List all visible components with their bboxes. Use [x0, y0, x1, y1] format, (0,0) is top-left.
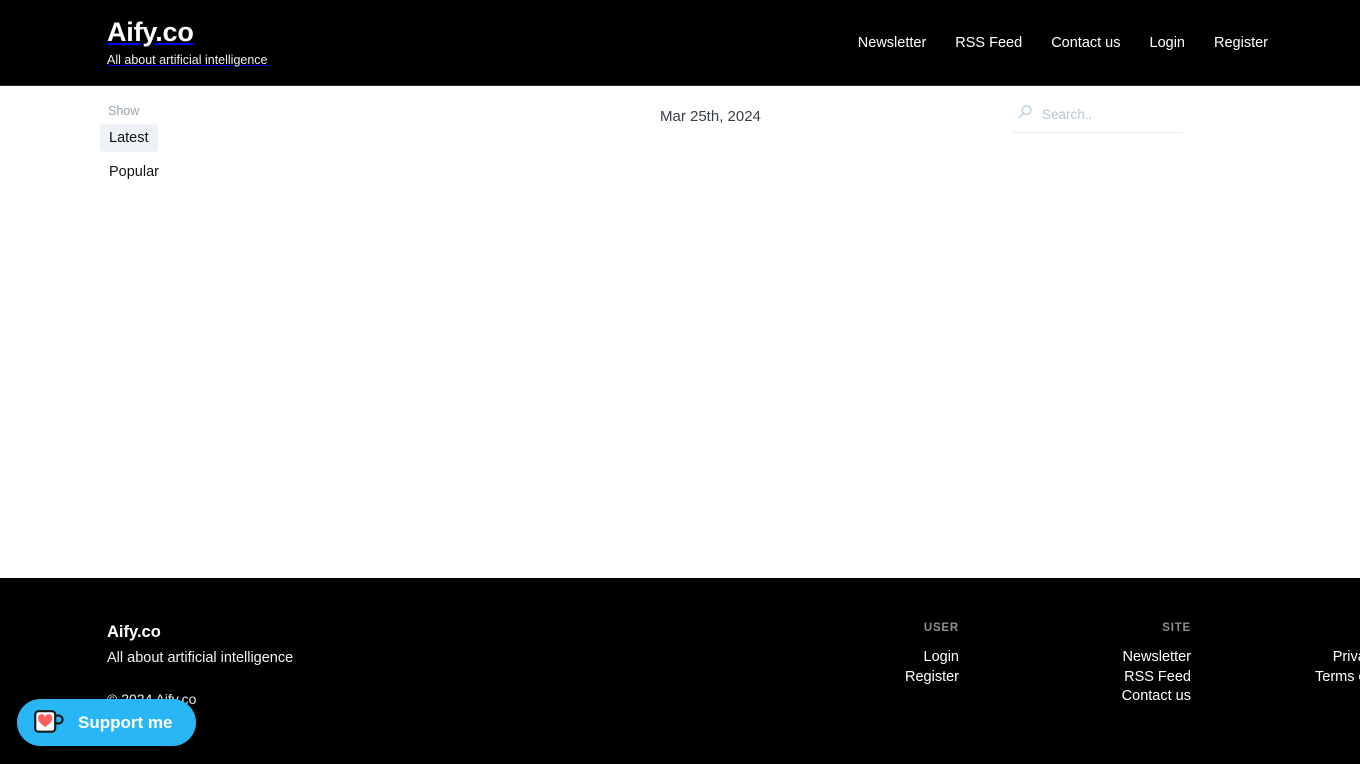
nav-link-register[interactable]: Register [1214, 35, 1268, 51]
main-nav: Newsletter RSS Feed Contact us Login Reg… [858, 35, 1268, 51]
brand-name: Aify.co [107, 16, 194, 47]
search-column [988, 86, 1268, 192]
footer-link-list-site: Newsletter RSS Feed Contact us [959, 648, 1191, 707]
nav-link-contact-us[interactable]: Contact us [1051, 35, 1120, 51]
site-header: Aify.co All about artificial intelligenc… [0, 0, 1360, 86]
list-item: Newsletter [959, 648, 1192, 668]
list-item: Privacy Policy [1191, 648, 1360, 668]
site-footer: Aify.co All about artificial intelligenc… [0, 578, 1360, 764]
filter-list: Latest Popular [100, 124, 380, 186]
footer-column-user: USER Login Register [727, 622, 959, 707]
feed-date-heading: Mar 25th, 2024 [660, 108, 761, 125]
footer-link-list-user: Login Register [727, 648, 959, 687]
list-item: Terms of Service [1191, 668, 1360, 688]
list-item: Contact us [959, 687, 1191, 707]
brand-logo-link[interactable]: Aify.co All about artificial intelligenc… [107, 17, 268, 68]
support-me-button[interactable]: Support me [17, 699, 197, 746]
brand-tagline: All about artificial intelligence [107, 53, 268, 68]
footer-link-contact-us[interactable]: Contact us [959, 687, 1191, 707]
footer-link-register[interactable]: Register [727, 668, 959, 688]
sidebar: Show Latest Popular [100, 86, 380, 192]
content-grid: Show Latest Popular Mar 25th, 2024 [0, 86, 1360, 192]
filter-item-popular[interactable]: Popular [100, 158, 168, 186]
nav-link-rss-feed[interactable]: RSS Feed [955, 35, 1022, 51]
list-item: DMCA [1191, 687, 1360, 707]
page-body: Show Latest Popular Mar 25th, 2024 [0, 86, 1360, 578]
sidebar-heading: Show [108, 104, 140, 118]
footer-link-dmca[interactable]: DMCA [1191, 687, 1360, 707]
article-feed: Mar 25th, 2024 [380, 86, 988, 192]
footer-link-rss-feed[interactable]: RSS Feed [959, 668, 1191, 688]
search-icon [1017, 104, 1033, 125]
coffee-cup-heart-icon [34, 709, 65, 737]
footer-brand-name: Aify.co [107, 623, 161, 641]
search-input[interactable] [1042, 107, 1179, 122]
filter-item-latest[interactable]: Latest [100, 124, 158, 152]
list-item: RSS Feed [959, 668, 1191, 688]
footer-copyright: © 2024 Aify.co [107, 691, 727, 707]
footer-link-privacy-policy[interactable]: Privacy Policy [1191, 648, 1360, 668]
footer-column-title-user: USER [923, 622, 959, 634]
list-item: Latest [100, 124, 380, 152]
list-item: Register [727, 668, 959, 688]
footer-column-title-site: SITE [1162, 622, 1191, 634]
footer-column-site: SITE Newsletter RSS Feed Contact us [959, 622, 1191, 707]
list-item: Login [727, 648, 959, 668]
footer-brand-tagline: All about artificial intelligence [107, 650, 294, 667]
footer-link-columns: USER Login Register SITE Newsletter RSS … [727, 622, 1360, 707]
nav-link-login[interactable]: Login [1150, 35, 1185, 51]
footer-brand: Aify.co All about artificial intelligenc… [107, 622, 727, 707]
footer-column-legal: LEGAL Privacy Policy Terms of Service DM… [1191, 622, 1360, 707]
footer-link-newsletter[interactable]: Newsletter [959, 648, 1192, 668]
footer-link-login[interactable]: Login [727, 648, 959, 668]
list-item: Popular [100, 158, 380, 186]
nav-link-newsletter[interactable]: Newsletter [858, 35, 927, 51]
footer-link-terms-of-service[interactable]: Terms of Service [1191, 668, 1360, 688]
footer-link-list-legal: Privacy Policy Terms of Service DMCA [1191, 648, 1360, 707]
search-box[interactable] [1013, 104, 1183, 133]
support-me-label: Support me [78, 712, 173, 732]
footer-column-title-legal: LEGAL [1191, 622, 1360, 634]
